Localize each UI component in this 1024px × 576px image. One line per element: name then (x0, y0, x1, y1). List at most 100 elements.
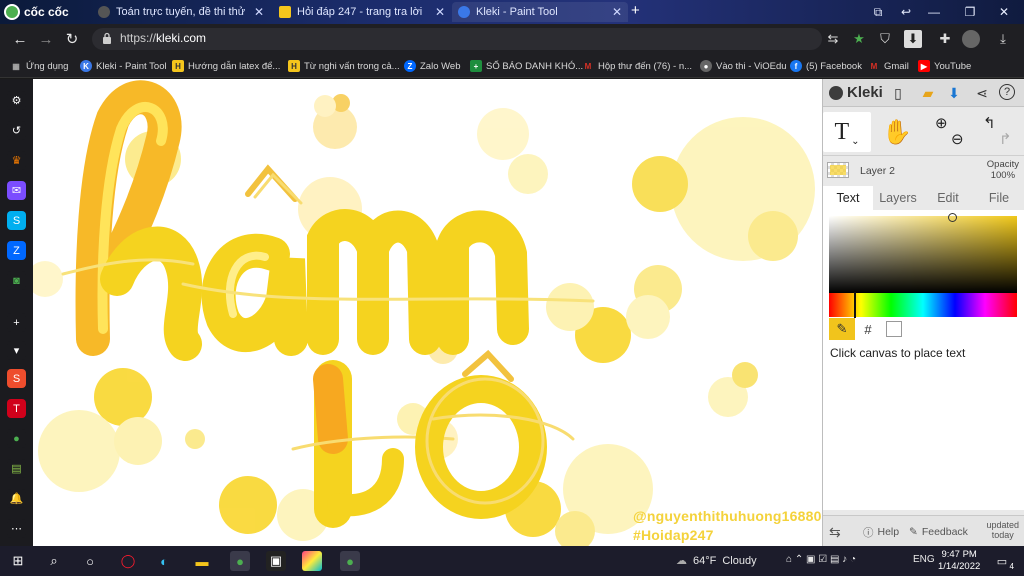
zoom-out-icon[interactable]: ⊖ (951, 130, 964, 148)
bookmark-gmail[interactable]: M Gmail (868, 58, 909, 74)
open-folder-icon[interactable]: ▰ (919, 84, 937, 102)
skype-icon[interactable]: S (7, 211, 26, 230)
profile-avatar[interactable] (962, 30, 980, 48)
game-icon[interactable]: ◙ (7, 271, 26, 290)
feedback-button[interactable]: ✎ Feedback (909, 522, 968, 542)
tab-toan-truc-tuyen[interactable]: Toán trực tuyến, đề thi thử ✕ (92, 2, 270, 22)
back-arrow-icon[interactable]: ↩ (892, 2, 920, 22)
opera-icon[interactable]: ◯ (118, 551, 138, 571)
tray-icons[interactable]: ⌂ ⌃ ▣ ☑ ▤ ♪ ◔ (786, 554, 856, 565)
bookmark-vioedu[interactable]: ● Vào thi - ViOEdu (700, 58, 787, 74)
bookmark-so-bao-danh[interactable]: + SỐ BÁO DANH KHÓ... (470, 58, 583, 74)
shield-icon[interactable]: ⛉ (876, 30, 894, 48)
paint-app-icon[interactable] (302, 551, 322, 571)
eyedropper-button[interactable]: ✎ (829, 318, 855, 340)
sheet-icon[interactable]: ▤ (7, 459, 26, 478)
tab-close-icon[interactable]: ✕ (435, 5, 445, 19)
kleki-logo-icon (829, 85, 843, 100)
downloads-icon[interactable]: ⤓ (994, 30, 1012, 48)
new-tab-button[interactable]: + (631, 2, 640, 19)
tab-hoidap247[interactable]: Hỏi đáp 247 - trang tra lời ✕ (273, 2, 451, 22)
saturation-value-picker[interactable] (829, 216, 1017, 293)
undo-icon[interactable]: ↰ (983, 114, 996, 132)
tab-layers[interactable]: Layers (873, 186, 923, 210)
edge-icon[interactable]: ◐ (154, 551, 174, 571)
bookmark-latex[interactable]: H Hướng dẫn latex để... (172, 58, 280, 74)
help-button[interactable]: ⓘ Help (863, 522, 899, 542)
weather-widget[interactable]: ☁ 64°F Cloudy (676, 554, 757, 568)
tab-text[interactable]: Text (823, 186, 873, 210)
bookmark-apps[interactable]: ▦ Ứng dụng (10, 58, 68, 74)
redo-icon[interactable]: ↱ (999, 130, 1012, 148)
bookmark-youtube[interactable]: ▶ YouTube (918, 58, 971, 74)
messenger-icon[interactable]: ✉ (7, 181, 26, 200)
nox-icon[interactable]: ▣ (266, 551, 286, 571)
tab-file[interactable]: File (973, 186, 1024, 210)
close-window-button[interactable]: ✕ (990, 2, 1018, 22)
hand-tool-button[interactable]: ✋ (873, 112, 921, 152)
updated-status[interactable]: updated today (986, 520, 1019, 540)
help-circle-icon[interactable]: ? (999, 84, 1015, 100)
hoidap-icon: H (172, 60, 184, 72)
file-explorer-icon[interactable]: ▬ (192, 551, 212, 571)
coccoc-taskbar-icon[interactable]: ● (230, 551, 250, 571)
bookmark-hop-thu[interactable]: M Hộp thư đến (76) - n... (582, 58, 692, 74)
download-manager-icon[interactable]: ⬇ (904, 30, 922, 48)
download-icon[interactable]: ▾ (7, 341, 26, 360)
share-icon[interactable]: ⋖ (973, 84, 991, 102)
coccoc-brand[interactable]: cốc cốc (4, 3, 69, 21)
bookmark-zalo[interactable]: Z Zalo Web (404, 58, 460, 74)
coccoc-taskbar-icon-2[interactable]: ● (340, 551, 360, 571)
back-button[interactable]: ← (10, 29, 30, 49)
bookmark-facebook[interactable]: f (5) Facebook (790, 58, 862, 74)
tab-kleki[interactable]: Kleki - Paint Tool ✕ (452, 2, 628, 22)
tab-search-icon[interactable]: ⧉ (864, 2, 892, 22)
language-indicator[interactable]: ENG (913, 554, 935, 565)
artwork (33, 80, 815, 546)
history-icon[interactable]: ↺ (7, 121, 26, 140)
vioedu-icon: ● (700, 60, 712, 72)
text-tool-button[interactable]: T ⌄ (823, 112, 871, 152)
zalo-icon[interactable]: Z (7, 241, 26, 260)
bookmark-kleki[interactable]: K Kleki - Paint Tool (80, 58, 167, 74)
download-icon[interactable]: ⬇ (945, 84, 963, 102)
browser-tab-strip: cốc cốc Toán trực tuyến, đề thi thử ✕ Hỏ… (0, 0, 1024, 24)
windows-start-icon[interactable]: ⊞ (8, 551, 28, 571)
kleki-logo[interactable]: Kleki (829, 84, 883, 101)
restore-button[interactable]: ❐ (956, 2, 984, 22)
tiki-icon[interactable]: T (7, 399, 26, 418)
settings-icon[interactable]: ⚙ (7, 91, 26, 110)
extensions-icon[interactable]: ✚ (936, 30, 954, 48)
bookmark-tu-nghi-van[interactable]: H Từ nghi vấn trong cả... (288, 58, 400, 74)
zoom-in-icon[interactable]: ⊕ (935, 114, 948, 132)
notification-center-icon[interactable]: ▭ 4 (992, 551, 1014, 572)
new-image-icon[interactable]: ▯ (889, 84, 907, 102)
bookmark-star-icon[interactable]: ★ (850, 30, 868, 48)
search-icon[interactable]: ⌕ (44, 551, 64, 571)
hex-input-button[interactable]: # (855, 318, 881, 340)
forward-button[interactable]: → (36, 29, 56, 49)
secondary-color-swatch[interactable] (881, 318, 907, 340)
add-icon[interactable]: + (7, 313, 26, 332)
current-layer[interactable]: Layer 2 Opacity 100% (823, 155, 1024, 185)
clock[interactable]: 9:47 PM 1/14/2022 (938, 549, 980, 573)
crown-icon[interactable]: ♛ (7, 151, 26, 170)
shopee-icon[interactable]: S (7, 369, 26, 388)
task-view-icon[interactable]: ○ (80, 551, 100, 571)
more-icon[interactable]: ⋯ (7, 519, 26, 538)
sv-picker-handle[interactable] (948, 213, 957, 222)
swap-side-icon[interactable]: ⇆ (829, 522, 841, 542)
minimize-button[interactable]: — (920, 2, 948, 22)
url-input[interactable]: https://kleki.com (92, 28, 822, 50)
chat-icon[interactable]: ● (7, 429, 26, 448)
bell-icon[interactable]: 🔔 (7, 489, 26, 508)
tab-close-icon[interactable]: ✕ (254, 5, 264, 19)
hue-slider[interactable] (829, 293, 1017, 317)
kleki-canvas[interactable]: @nguyenthithuhuong16880 #Hoidap247 (33, 79, 822, 546)
translate-icon[interactable]: ⇆ (824, 30, 842, 48)
tab-edit[interactable]: Edit (923, 186, 973, 210)
tab-close-icon[interactable]: ✕ (612, 5, 622, 19)
hue-slider-handle[interactable] (854, 292, 856, 318)
reload-button[interactable]: ↻ (62, 29, 82, 49)
bokeh-circle (38, 410, 120, 492)
